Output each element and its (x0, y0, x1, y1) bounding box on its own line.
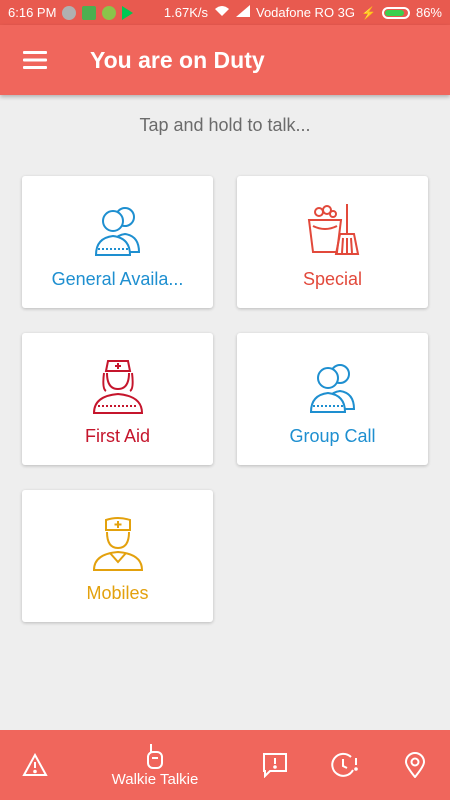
nav-walkie-talkie[interactable]: Walkie Talkie (70, 730, 240, 800)
nav-alerts[interactable] (0, 730, 70, 800)
app-bar: You are on Duty (0, 25, 450, 95)
page-title: You are on Duty (90, 46, 265, 73)
channel-label: Special (302, 269, 363, 289)
wifi-icon (214, 5, 230, 20)
alert-triangle-icon (22, 753, 48, 776)
battery-icon (381, 6, 410, 19)
talk-hint: Tap and hold to talk... (139, 115, 311, 135)
nav-messages[interactable] (240, 730, 310, 800)
channel-card-general-availability[interactable]: General Availa... (22, 176, 213, 308)
battery-percent: 86% (415, 5, 442, 20)
channel-card-group-call[interactable]: Group Call (237, 333, 428, 465)
nurse-icon (92, 360, 143, 414)
notification-app-icon (62, 5, 77, 20)
channel-label: General Availa... (51, 269, 184, 289)
clock-alert-icon (331, 752, 358, 777)
nav-walkie-label: Walkie Talkie (111, 770, 199, 788)
channel-card-mobiles[interactable]: Mobiles (22, 490, 213, 622)
network-speed: 1.67K/s (163, 5, 208, 20)
channel-label: Group Call (289, 426, 376, 446)
status-time: 6:16 PM (8, 5, 57, 20)
walkie-talkie-icon (147, 743, 163, 769)
channel-label: First Aid (84, 426, 150, 446)
doctor-icon (92, 517, 143, 571)
people-icon (94, 207, 140, 256)
channel-card-first-aid[interactable]: First Aid (22, 333, 213, 465)
bottom-navigation: Walkie Talkie (0, 730, 450, 800)
location-pin-icon (405, 752, 425, 778)
people-icon (309, 364, 355, 413)
charging-icon: ⚡ (361, 5, 376, 20)
channel-label: Mobiles (86, 583, 149, 603)
channel-card-special[interactable]: Special (237, 176, 428, 308)
status-bar: 6:16 PM 1.67K/s Vodafone RO 3G ⚡ 86% (0, 0, 450, 25)
carrier-name: Vodafone RO 3G (256, 5, 356, 20)
message-alert-icon (263, 753, 287, 778)
cleaning-bucket-broom-icon (307, 204, 359, 255)
notification-android-icon (82, 5, 97, 20)
nav-history[interactable] (310, 730, 380, 800)
notification-robot-icon (102, 5, 117, 20)
signal-icon (236, 5, 250, 20)
hamburger-menu-icon[interactable] (0, 25, 70, 95)
play-store-icon (122, 5, 134, 20)
nav-location[interactable] (380, 730, 450, 800)
